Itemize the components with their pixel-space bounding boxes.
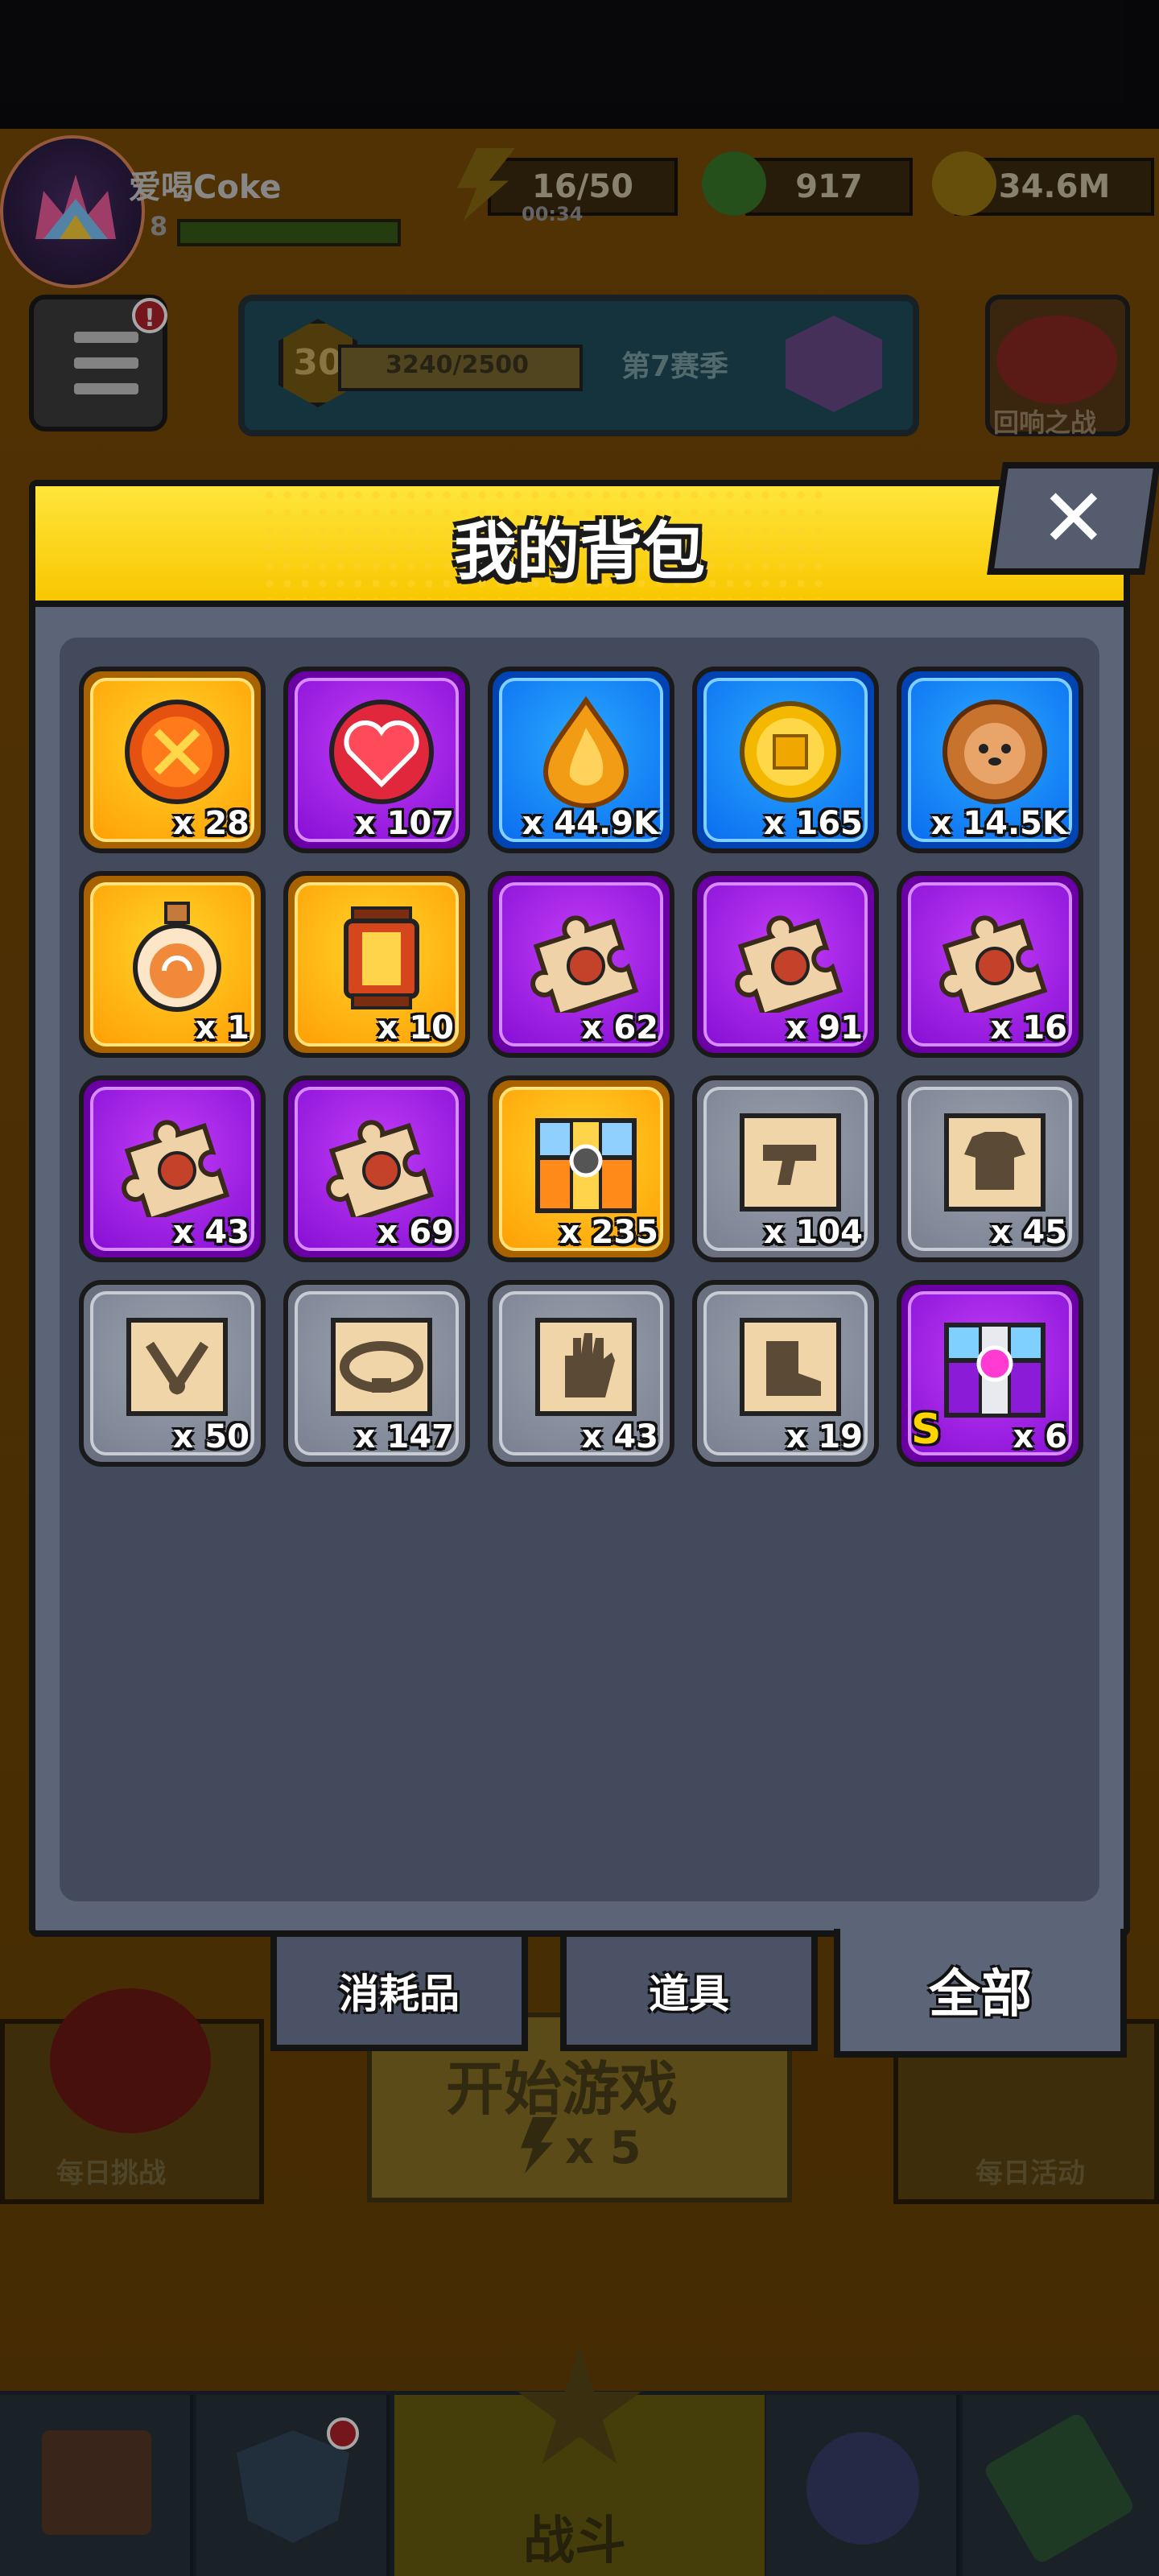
item-count: x 14.5K xyxy=(930,805,1067,842)
inventory-item-s-chest[interactable]: Sx 6 xyxy=(897,1280,1083,1467)
boots-scroll-icon xyxy=(726,1309,855,1422)
inventory-item-gold-coin[interactable]: x 165 xyxy=(692,667,879,853)
item-count: x 44.9K xyxy=(522,805,658,842)
close-icon: ✕ xyxy=(1040,471,1107,565)
item-count: x 50 xyxy=(172,1418,250,1455)
puzzle-piece-icon xyxy=(522,900,650,1019)
inventory-item-orange-orb[interactable]: x 28 xyxy=(79,667,266,853)
coin-icon xyxy=(726,696,855,808)
close-button[interactable]: ✕ xyxy=(987,462,1159,575)
rank-badge: S xyxy=(911,1406,942,1454)
item-count: x 165 xyxy=(763,805,863,842)
inventory-item-heart-orb[interactable]: x 107 xyxy=(283,667,470,853)
tab-props[interactable]: 道具 xyxy=(560,1937,818,2051)
dog-cookie-icon xyxy=(930,696,1059,808)
item-count: x 10 xyxy=(377,1009,454,1046)
item-count: x 28 xyxy=(172,805,250,842)
inventory-item-puzzle-4[interactable]: x 43 xyxy=(79,1075,266,1262)
tab-consumables[interactable]: 消耗品 xyxy=(270,1937,528,2051)
gun-scroll-icon xyxy=(726,1104,855,1217)
heart-icon xyxy=(317,696,446,808)
item-count: x 62 xyxy=(581,1009,658,1046)
inventory-item-puzzle-1[interactable]: x 62 xyxy=(488,871,674,1058)
belt-scroll-icon xyxy=(317,1309,446,1422)
item-count: x 235 xyxy=(559,1214,658,1251)
tab-all[interactable]: 全部 xyxy=(834,1929,1127,2058)
puzzle-piece-icon xyxy=(930,900,1059,1019)
inventory-item-treasure-chest[interactable]: x 235 xyxy=(488,1075,674,1262)
inventory-item-puzzle-3[interactable]: x 16 xyxy=(897,871,1083,1058)
tab-consumables-label: 消耗品 xyxy=(339,1971,460,2017)
item-count: x 147 xyxy=(354,1418,454,1455)
inventory-item-lantern[interactable]: x 10 xyxy=(283,871,470,1058)
tab-props-label: 道具 xyxy=(649,1971,729,2017)
tab-all-label: 全部 xyxy=(929,1965,1032,2025)
dna-orb-icon xyxy=(113,696,241,808)
inventory-item-potion[interactable]: x 1 xyxy=(79,871,266,1058)
puzzle-piece-icon xyxy=(726,900,855,1019)
glove-scroll-icon xyxy=(522,1309,650,1422)
item-count: x 104 xyxy=(763,1214,863,1251)
inventory-item-glove-scroll[interactable]: x 43 xyxy=(488,1280,674,1467)
inventory-item-weapon-scroll[interactable]: x 104 xyxy=(692,1075,879,1262)
modal-title: 我的背包 xyxy=(453,516,705,588)
necklace-scroll-icon xyxy=(113,1309,241,1422)
item-count: x 1 xyxy=(195,1009,250,1046)
item-count: x 69 xyxy=(377,1214,454,1251)
chest-icon xyxy=(522,1104,650,1217)
item-count: x 45 xyxy=(990,1214,1067,1251)
lantern-icon xyxy=(317,900,446,1013)
inventory-item-flame-drop[interactable]: x 44.9K xyxy=(488,667,674,853)
inventory-item-puzzle-2[interactable]: x 91 xyxy=(692,871,879,1058)
item-count: x 43 xyxy=(581,1418,658,1455)
shirt-scroll-icon xyxy=(930,1104,1059,1217)
item-count: x 16 xyxy=(990,1009,1067,1046)
inventory-item-belt-scroll[interactable]: x 147 xyxy=(283,1280,470,1467)
potion-icon xyxy=(113,900,241,1013)
puzzle-piece-icon xyxy=(113,1104,241,1224)
inventory-item-boots-scroll[interactable]: x 19 xyxy=(692,1280,879,1467)
inventory-item-puzzle-5[interactable]: x 69 xyxy=(283,1075,470,1262)
item-count: x 91 xyxy=(786,1009,863,1046)
inventory-item-dog-cookie[interactable]: x 14.5K xyxy=(897,667,1083,853)
flame-drop-icon xyxy=(522,696,650,808)
inventory-item-necklace-scroll[interactable]: x 50 xyxy=(79,1280,266,1467)
inventory-item-armor-scroll[interactable]: x 45 xyxy=(897,1075,1083,1262)
item-count: x 107 xyxy=(354,805,454,842)
s-chest-icon xyxy=(930,1309,1059,1422)
puzzle-piece-icon xyxy=(317,1104,446,1224)
item-count: x 43 xyxy=(172,1214,250,1251)
item-count: x 19 xyxy=(786,1418,863,1455)
item-count: x 6 xyxy=(1013,1418,1067,1455)
